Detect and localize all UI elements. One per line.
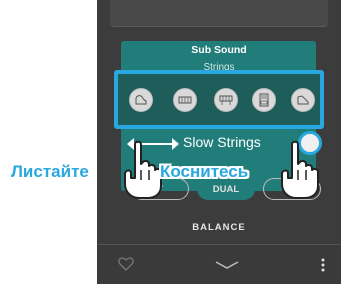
tone-button-keyboard-1[interactable]: [173, 88, 197, 112]
tone-button-keyboard-2[interactable]: [214, 88, 238, 112]
swipe-hand-icon: [124, 140, 162, 199]
previous-card: [110, 0, 328, 27]
touch-callout: Коснитесь: [160, 162, 249, 181]
selected-tone-name: Slow Strings: [183, 134, 261, 150]
chevron-down-icon[interactable]: [214, 260, 240, 270]
swipe-callout: Листайте: [11, 162, 89, 181]
tap-hand-icon: [281, 140, 319, 199]
more-menu-icon[interactable]: [320, 257, 326, 273]
heart-icon[interactable]: [118, 257, 134, 271]
tone-button-grand-piano[interactable]: [129, 88, 153, 112]
harpsichord-icon: [297, 95, 309, 105]
tone-button-organ[interactable]: [252, 88, 276, 112]
keyboard-icon: [219, 95, 233, 105]
tone-button-harpsichord[interactable]: [291, 88, 315, 112]
balance-label: BALANCE: [192, 222, 246, 233]
keyboard-icon: [178, 96, 192, 104]
grand-piano-icon: [135, 95, 147, 105]
sub-sound-title: Sub Sound: [191, 44, 247, 56]
organ-icon: [259, 93, 269, 107]
